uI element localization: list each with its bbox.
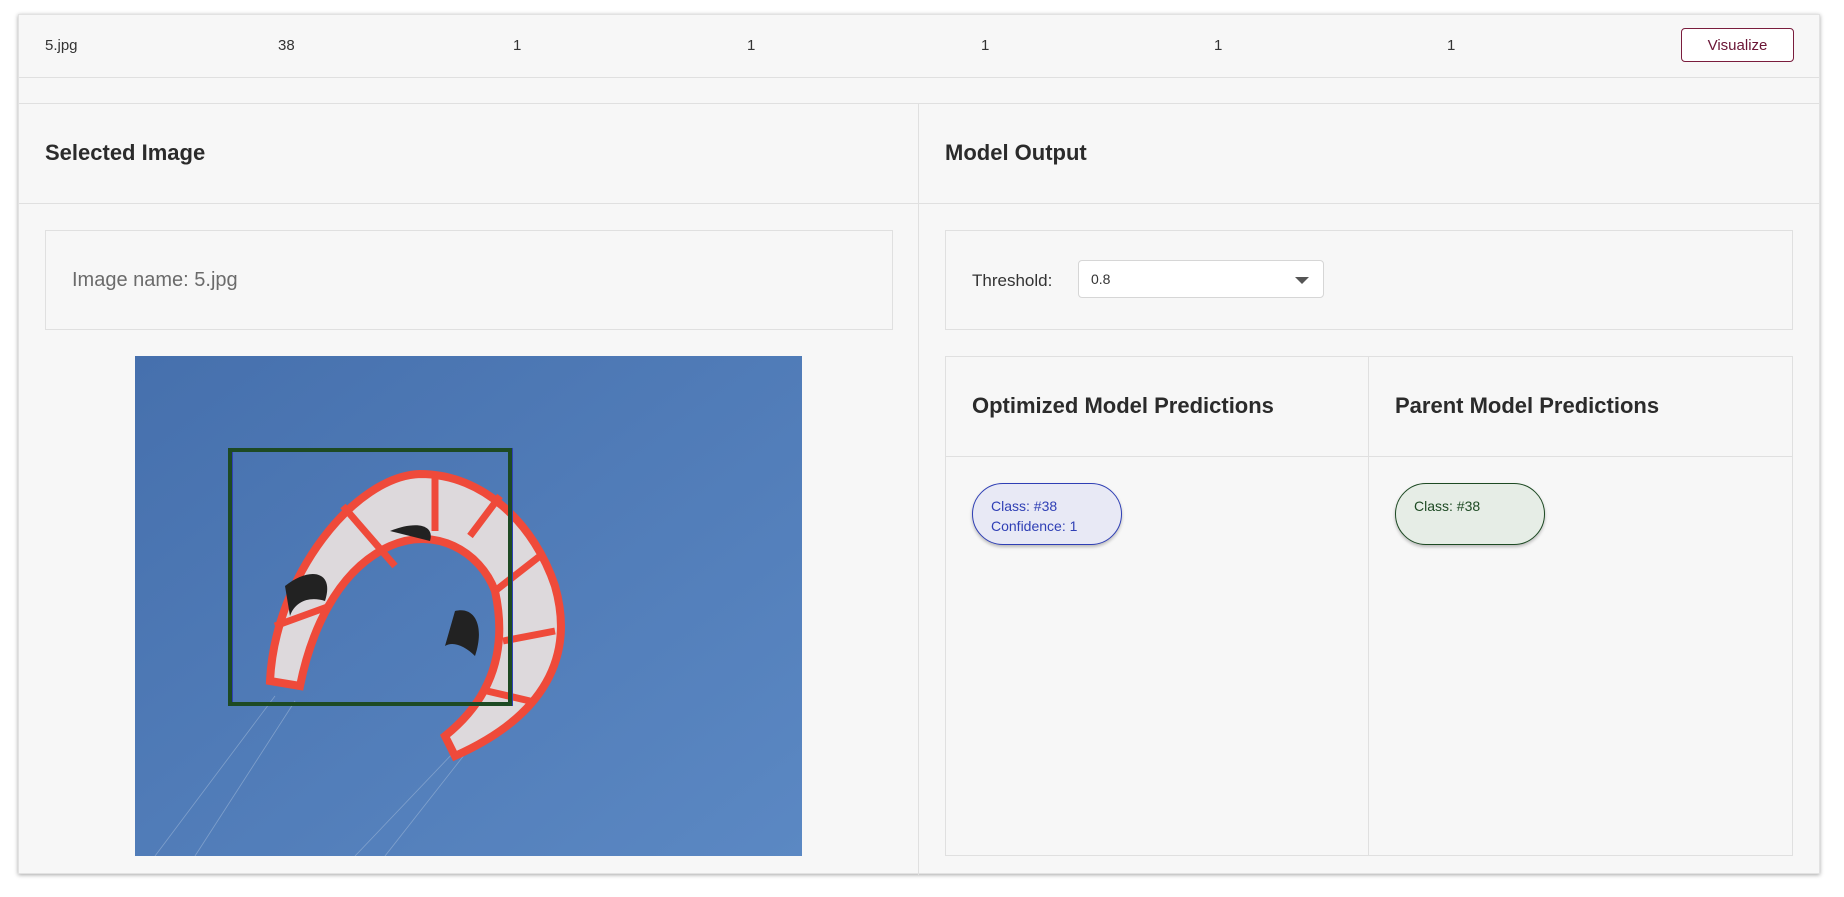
- chevron-down-icon[interactable]: [1295, 277, 1309, 284]
- value-cell-5: 1: [1447, 37, 1456, 54]
- optimized-chip-confidence: Confidence: 1: [991, 518, 1078, 534]
- parent-prediction-chip[interactable]: Class: #38: [1395, 483, 1545, 545]
- model-output-title: Model Output: [919, 104, 1819, 204]
- value-cell-3: 1: [981, 37, 990, 54]
- parent-predictions-title: Parent Model Predictions: [1369, 357, 1792, 457]
- threshold-value: 0.8: [1091, 271, 1111, 287]
- parent-predictions-column: Parent Model Predictions Class: #38: [1369, 357, 1792, 855]
- class-cell: 38: [278, 37, 295, 54]
- value-cell-2: 1: [747, 37, 756, 54]
- selected-image-panel: Selected Image Image name: 5.jpg: [19, 103, 919, 875]
- selected-image: [135, 356, 802, 857]
- optimized-predictions-column: Optimized Model Predictions Class: #38 C…: [946, 357, 1369, 855]
- optimized-prediction-chip[interactable]: Class: #38 Confidence: 1: [972, 483, 1122, 545]
- threshold-label: Threshold:: [972, 271, 1053, 290]
- value-cell-4: 1: [1214, 37, 1223, 54]
- optimized-predictions-title: Optimized Model Predictions: [946, 357, 1368, 457]
- optimized-chip-class: Class: #38: [991, 498, 1058, 514]
- table-row[interactable]: 5.jpg 38 1 1 1 1 1 Visualize: [19, 15, 1819, 78]
- image-name-box: Image name: 5.jpg: [45, 230, 893, 330]
- file-name-cell: 5.jpg: [45, 37, 78, 54]
- parent-chip-class: Class: #38: [1414, 498, 1481, 514]
- image-name-label: Image name: 5.jpg: [72, 269, 238, 291]
- visualize-button[interactable]: Visualize: [1681, 28, 1794, 62]
- predictions-box: Optimized Model Predictions Class: #38 C…: [945, 356, 1793, 856]
- threshold-box: Threshold: 0.8: [945, 230, 1793, 330]
- threshold-select[interactable]: 0.8: [1078, 260, 1324, 298]
- selected-image-title: Selected Image: [19, 104, 918, 204]
- model-output-panel: Model Output Threshold: 0.8 Optimized Mo…: [919, 103, 1819, 875]
- app-frame: 5.jpg 38 1 1 1 1 1 Visualize Selected Im…: [18, 14, 1820, 875]
- value-cell-1: 1: [513, 37, 522, 54]
- kite-image: [135, 356, 802, 857]
